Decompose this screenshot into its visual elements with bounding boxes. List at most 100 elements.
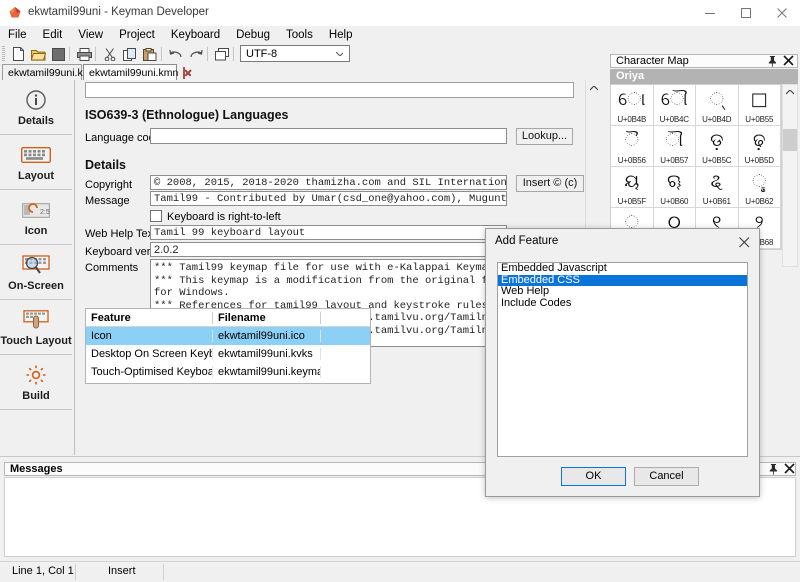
toolbar-grip[interactable] (2, 46, 5, 62)
char-cell[interactable]: ୡ U+0B61 (696, 167, 739, 208)
char-cell[interactable]: ୌ U+0B4C (653, 85, 696, 126)
list-item[interactable]: Web Help (498, 285, 747, 298)
toolbar-separator-4 (207, 47, 208, 61)
top-text-field[interactable] (85, 82, 574, 98)
open-folder-icon[interactable] (28, 45, 48, 63)
char-cell[interactable]: □ U+0B55 (738, 85, 781, 126)
language-codes-input[interactable] (150, 128, 507, 144)
table-header-row: Feature Filename (86, 309, 370, 327)
scrollbar-thumb[interactable] (783, 129, 797, 151)
keyboard-version-input[interactable]: 2.0.2 (150, 242, 507, 257)
sidebar-item-details[interactable]: Details (0, 80, 72, 135)
menu-help[interactable]: Help (321, 26, 361, 44)
menu-keyboard[interactable]: Keyboard (163, 26, 228, 44)
char-code: U+0B4B (617, 115, 647, 124)
close-icon[interactable] (784, 463, 795, 475)
close-icon[interactable] (736, 234, 752, 250)
char-glyph: ୟ (624, 171, 640, 192)
lookup-button[interactable]: Lookup... (516, 128, 573, 145)
char-cell[interactable]: ୖ U+0B56 (611, 126, 654, 167)
message-input[interactable]: Tamil99 - Contributed by Umar(csd_one@ya… (150, 191, 507, 206)
char-cell[interactable]: ୟ U+0B5F (611, 167, 654, 208)
sidebar-item-build[interactable]: Build (0, 355, 72, 410)
sidebar-item-icon[interactable]: 2:5 Icon (0, 190, 72, 245)
insert-copyright-button[interactable]: Insert © (c) (516, 175, 584, 192)
new-file-icon[interactable] (8, 45, 28, 63)
char-cell[interactable]: ୗ U+0B57 (653, 126, 696, 167)
copy-icon[interactable] (120, 45, 140, 63)
encoding-combobox[interactable]: UTF-8 (240, 45, 350, 62)
column-header-feature: Feature (86, 311, 213, 324)
sidebar-item-label: Layout (17, 170, 55, 182)
keyman-logo-icon (8, 6, 22, 20)
char-cell[interactable]: ୢ U+0B62 (738, 167, 781, 208)
sidebar-item-on-screen[interactable]: On-Screen (0, 245, 72, 300)
char-cell[interactable]: ୍ U+0B4D (696, 85, 739, 126)
char-cell[interactable]: ଢ଼ U+0B5D (738, 126, 781, 167)
copyright-input[interactable]: © 2008, 2015, 2018-2020 thamizha.com and… (150, 175, 507, 190)
title-bar: ekwtamil99uni - Keyman Developer (0, 0, 800, 27)
menu-project[interactable]: Project (111, 26, 163, 44)
sidebar-item-touch-layout[interactable]: Touch Layout (0, 300, 72, 355)
char-cell[interactable]: ୠ U+0B60 (653, 167, 696, 208)
save-icon[interactable] (48, 45, 68, 63)
web-help-input[interactable]: Tamil 99 keyboard layout (150, 225, 507, 240)
tab-label: ekwtamil99uni.kpj (8, 67, 91, 79)
char-code: U+0B56 (617, 156, 646, 165)
maximize-icon[interactable] (728, 0, 764, 26)
table-row[interactable]: Desktop On Screen Keyboard ekwtamil99uni… (86, 345, 370, 363)
keyman-developer-window: ekwtamil99uni - Keyman Developer File Ed… (0, 0, 800, 582)
char-glyph: ଡ଼ (710, 130, 724, 151)
menu-tools[interactable]: Tools (278, 26, 321, 44)
scroll-up-icon[interactable] (783, 85, 797, 99)
ok-button[interactable]: OK (561, 467, 626, 486)
image-icon: 2:5 (22, 197, 50, 223)
character-map-grid[interactable]: ୋ U+0B4B ୌ U+0B4C ୍ U+0B4D □ U+0B55 ୖ U+0B56 … (610, 84, 782, 250)
char-cell[interactable]: ଡ଼ U+0B5C (696, 126, 739, 167)
scroll-up-icon[interactable] (586, 80, 602, 96)
cell-feature: Desktop On Screen Keyboard (86, 348, 213, 360)
pin-icon[interactable] (768, 463, 779, 475)
char-code: U+0B57 (660, 156, 689, 165)
table-row[interactable]: Touch-Optimised Keyboard ekwtamil99uni.k… (86, 363, 370, 381)
window-tile-icon[interactable] (212, 45, 232, 63)
list-item[interactable]: Include Codes (498, 297, 747, 310)
menu-view[interactable]: View (70, 26, 111, 44)
print-icon[interactable] (74, 45, 94, 63)
sidebar-item-label: Build (22, 390, 50, 402)
paste-icon[interactable] (140, 45, 160, 63)
rtl-checkbox[interactable] (150, 210, 162, 222)
char-glyph: ୍ (709, 89, 724, 110)
undo-icon[interactable] (166, 45, 186, 63)
redo-icon[interactable] (186, 45, 206, 63)
message-label: Message (85, 195, 130, 207)
list-item[interactable]: Embedded Javascript (498, 262, 747, 275)
minimize-icon[interactable] (692, 0, 728, 26)
sidebar-item-layout[interactable]: Layout (0, 135, 72, 190)
char-code: U+0B62 (745, 197, 774, 206)
close-icon[interactable] (764, 0, 800, 26)
features-table[interactable]: Feature Filename Icon ekwtamil99uni.ico … (85, 308, 371, 384)
pin-icon[interactable] (767, 55, 778, 67)
cancel-button[interactable]: Cancel (634, 467, 699, 486)
status-divider-2 (163, 564, 164, 580)
table-row[interactable]: Icon ekwtamil99uni.ico (86, 327, 370, 345)
sidebar-item-label: Touch Layout (0, 335, 72, 347)
menu-edit[interactable]: Edit (35, 26, 71, 44)
editor-sidebar: Details Layout 2:5 Icon On-Screen Touch … (0, 80, 75, 455)
cut-icon[interactable] (100, 45, 120, 63)
tab-close-icon[interactable] (183, 67, 186, 79)
menu-file[interactable]: File (0, 26, 35, 44)
char-code: U+0B61 (702, 197, 731, 206)
tab-ekwtamil99uni-kmn[interactable]: ekwtamil99uni.kmn (83, 64, 186, 80)
char-cell[interactable]: ୋ U+0B4B (611, 85, 654, 126)
osk-magnifier-icon (21, 252, 51, 278)
character-map-scrollbar[interactable] (782, 84, 798, 267)
char-glyph: ୋ (618, 89, 646, 110)
tab-ekwtamil99uni-kpj[interactable]: ekwtamil99uni.kpj (2, 64, 98, 80)
feature-options-list[interactable]: Embedded Javascript Embedded CSS Web Hel… (497, 262, 748, 457)
close-icon[interactable] (783, 55, 794, 67)
menu-debug[interactable]: Debug (228, 26, 278, 44)
char-code: U+0B55 (745, 115, 774, 124)
cell-filename: ekwtamil99uni.ico (213, 330, 321, 342)
